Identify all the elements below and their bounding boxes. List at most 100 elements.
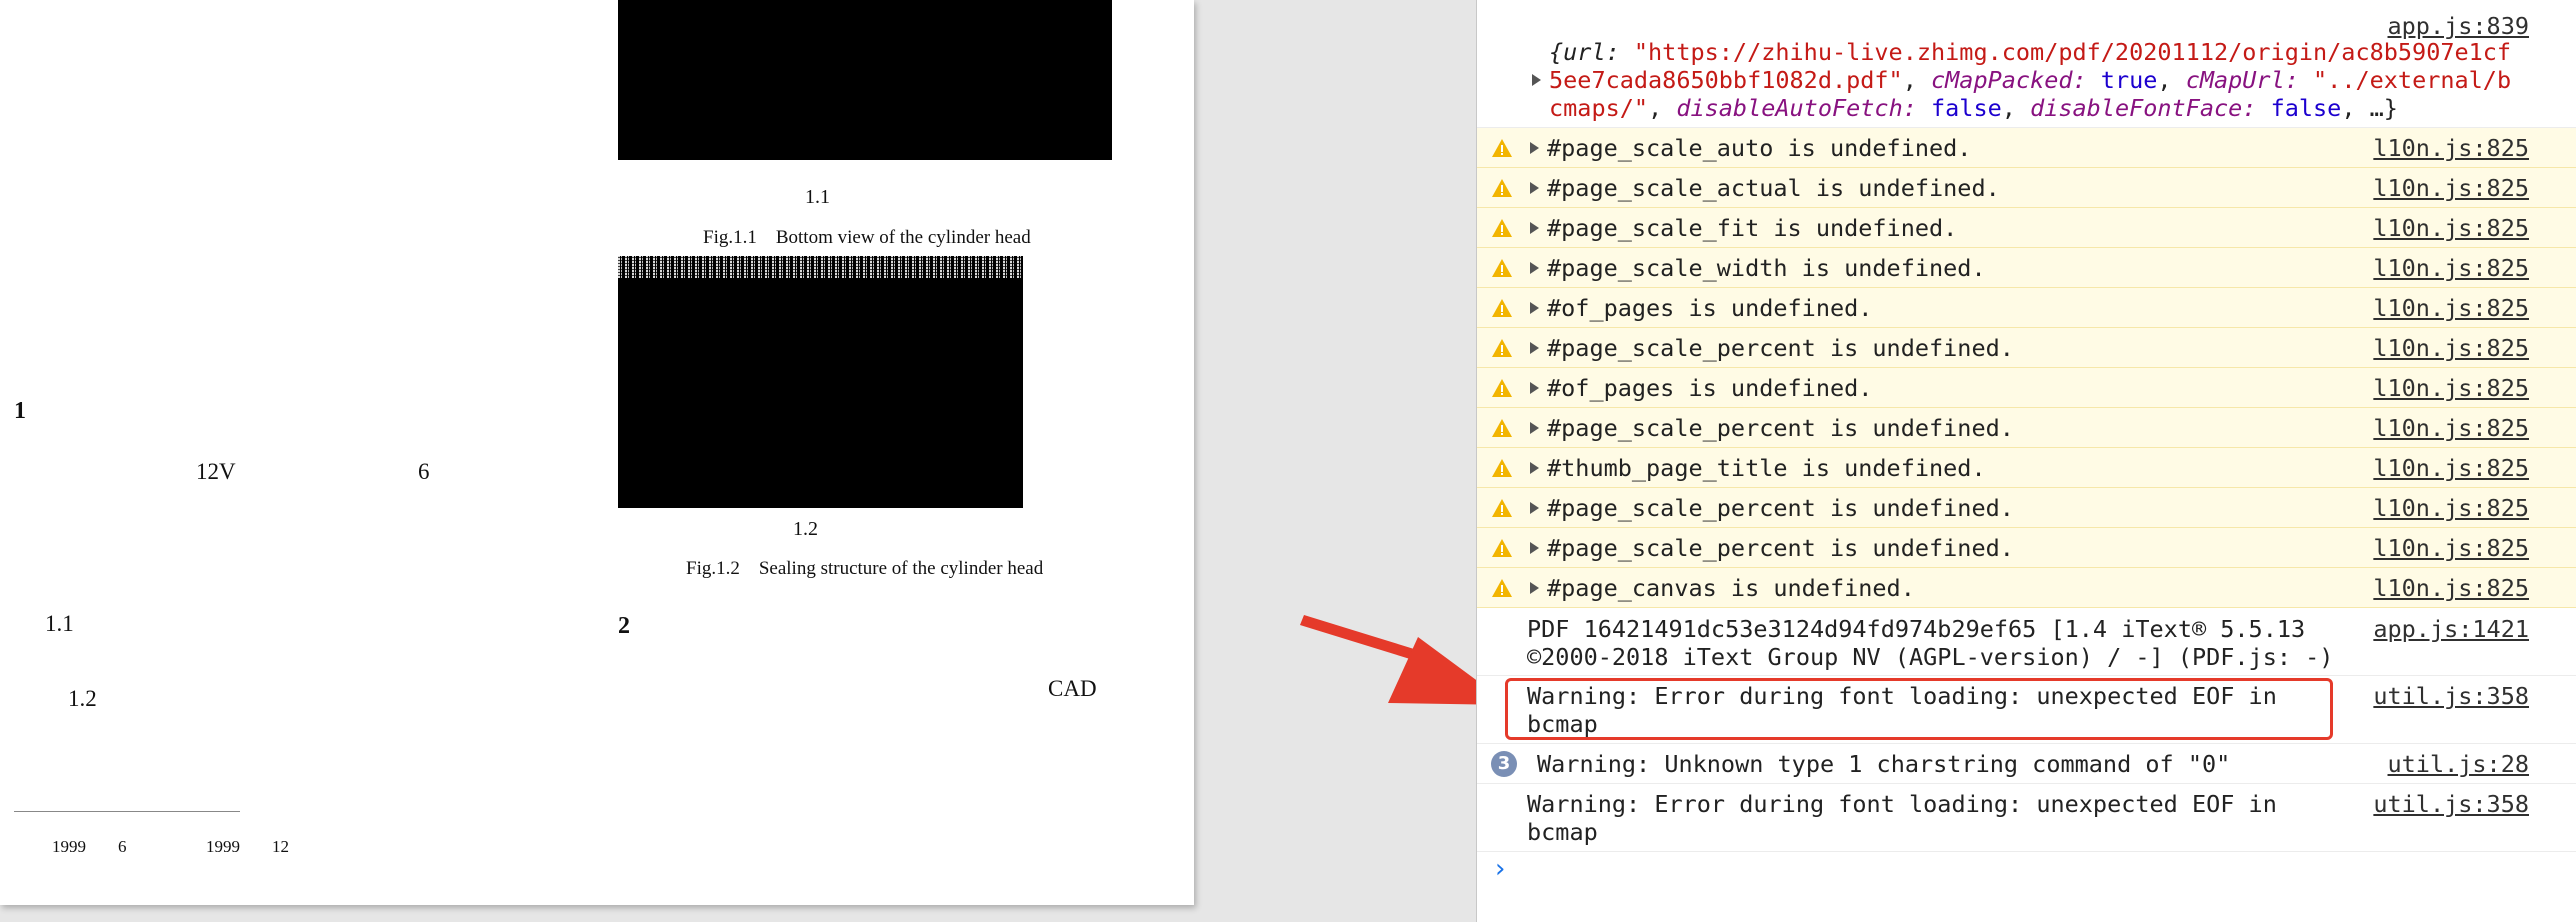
- source-link[interactable]: util.js:28: [2388, 750, 2529, 778]
- figure-2-caption: Fig.1.2 Sealing structure of the cylinde…: [686, 558, 1044, 579]
- console-warning-row[interactable]: #page_canvas is undefined. l10n.js:825: [1477, 568, 2576, 608]
- log-sep: ,: [1902, 66, 1932, 94]
- footnote-month-1: 6: [118, 837, 127, 856]
- footnote-year-1: 1999: [52, 837, 86, 856]
- console-warning-row[interactable]: #thumb_page_title is undefined. l10n.js:8…: [1477, 448, 2576, 488]
- warning-icon: [1492, 459, 1512, 477]
- console-log-object[interactable]: app.js:839 {url: "https://zhihu-live.zhi…: [1477, 0, 2576, 128]
- warning-text: #page_scale_percent is undefined.: [1547, 414, 2014, 442]
- source-link[interactable]: app.js:1421: [2373, 615, 2529, 643]
- text-12v: 12V: [196, 459, 236, 484]
- source-link[interactable]: l10n.js:825: [2373, 454, 2529, 482]
- console-warning-row[interactable]: #page_scale_percent is undefined. l10n.js…: [1477, 488, 2576, 528]
- figure-1-image: [618, 0, 1112, 160]
- devtools-console: app.js:839 {url: "https://zhihu-live.zhi…: [1476, 0, 2576, 922]
- console-warning-row[interactable]: #page_scale_fit is undefined. l10n.js:825: [1477, 208, 2576, 248]
- expand-triangle-icon[interactable]: [1530, 462, 1539, 474]
- log-key-cmappacked: cMapPacked:: [1931, 66, 2101, 94]
- expand-triangle-icon[interactable]: [1532, 74, 1541, 86]
- expand-triangle-icon[interactable]: [1530, 542, 1539, 554]
- footnote-month-2: 12: [272, 837, 289, 856]
- source-link[interactable]: l10n.js:825: [2373, 134, 2529, 162]
- expand-triangle-icon[interactable]: [1530, 222, 1539, 234]
- warning-text: #page_scale_percent is undefined.: [1547, 534, 2014, 562]
- warning-text: #of_pages is undefined.: [1547, 374, 1873, 402]
- figure-1-caption: Fig.1.1 Bottom view of the cylinder head: [703, 227, 1031, 248]
- text-1-2: 1.2: [68, 686, 97, 711]
- console-prompt-chevron-icon[interactable]: ›: [1495, 854, 1505, 884]
- warning-text: #page_scale_width is undefined.: [1547, 254, 1986, 282]
- source-link[interactable]: l10n.js:825: [2373, 414, 2529, 442]
- warning-text: #of_pages is undefined.: [1547, 294, 1873, 322]
- text-cad: CAD: [1048, 676, 1097, 701]
- expand-triangle-icon[interactable]: [1530, 302, 1539, 314]
- pdf-info-line-2: ©2000-2018 iText Group NV (AGPL-version)…: [1527, 643, 2334, 671]
- source-link[interactable]: l10n.js:825: [2373, 174, 2529, 202]
- console-warning-row[interactable]: #page_scale_width is undefined. l10n.js:8…: [1477, 248, 2576, 288]
- expand-triangle-icon[interactable]: [1530, 582, 1539, 594]
- source-link[interactable]: l10n.js:825: [2373, 334, 2529, 362]
- warning-text: #page_scale_auto is undefined.: [1547, 134, 1972, 162]
- text-1-1: 1.1: [45, 611, 74, 636]
- source-link[interactable]: util.js:358: [2373, 790, 2529, 818]
- section-heading-2: 2: [618, 613, 630, 639]
- expand-triangle-icon[interactable]: [1530, 342, 1539, 354]
- warning-text: #page_scale_percent is undefined.: [1547, 494, 2014, 522]
- warning-icon: [1492, 499, 1512, 517]
- console-warning-row[interactable]: #page_scale_auto is undefined. l10n.js:82…: [1477, 128, 2576, 168]
- console-warning-row[interactable]: #page_scale_actual is undefined. l10n.js:…: [1477, 168, 2576, 208]
- warning-icon: [1492, 539, 1512, 557]
- log-val-cmapurl: "../external/b: [2313, 66, 2512, 94]
- warning-text: #page_canvas is undefined.: [1547, 574, 1915, 602]
- expand-triangle-icon[interactable]: [1530, 182, 1539, 194]
- log-val-disableautofetch: false: [1931, 94, 2002, 122]
- text-6: 6: [418, 459, 430, 484]
- warning-icon: [1492, 299, 1512, 317]
- console-font-warning-2[interactable]: Warning: Error during font loading: unex…: [1477, 784, 2576, 852]
- log-text: {url:: [1549, 38, 1634, 66]
- warning-icon: [1492, 419, 1512, 437]
- source-link[interactable]: l10n.js:825: [2373, 214, 2529, 242]
- source-link[interactable]: l10n.js:825: [2373, 254, 2529, 282]
- warning-icon: [1492, 379, 1512, 397]
- expand-triangle-icon[interactable]: [1530, 422, 1539, 434]
- footnote-divider: [14, 811, 240, 812]
- pdf-page: 1.1 Fig.1.1 Bottom view of the cylinder …: [0, 0, 1194, 905]
- expand-triangle-icon[interactable]: [1530, 382, 1539, 394]
- repeat-count-badge: 3: [1491, 751, 1517, 777]
- log-key-disablefontface: disableFontFace:: [2030, 94, 2271, 122]
- font-warning-2-line-2: bcmap: [1527, 818, 1598, 846]
- source-link[interactable]: l10n.js:825: [2373, 294, 2529, 322]
- log-key-disableautofetch: disableAutoFetch:: [1676, 94, 1932, 122]
- warning-text: #page_scale_fit is undefined.: [1547, 214, 1958, 242]
- console-warning-row[interactable]: #of_pages is undefined. l10n.js:825: [1477, 368, 2576, 408]
- source-link[interactable]: l10n.js:825: [2373, 534, 2529, 562]
- annotation-highlight-box: [1505, 678, 2333, 740]
- expand-triangle-icon[interactable]: [1530, 262, 1539, 274]
- console-warning-row[interactable]: #page_scale_percent is undefined. l10n.js…: [1477, 528, 2576, 568]
- source-link[interactable]: l10n.js:825: [2373, 374, 2529, 402]
- console-warning-row[interactable]: #page_scale_percent is undefined. l10n.js…: [1477, 408, 2576, 448]
- console-log-pdf-info[interactable]: PDF 16421491dc53e3124d94fd974b29ef65 [1.…: [1477, 610, 2576, 676]
- footnote-year-2: 1999: [206, 837, 240, 856]
- warning-icon: [1492, 219, 1512, 237]
- warning-text: #page_scale_actual is undefined.: [1547, 174, 2000, 202]
- warning-icon: [1492, 259, 1512, 277]
- warning-icon: [1492, 139, 1512, 157]
- log-url-cont: 5ee7cada8650bbf1082d.pdf": [1549, 66, 1903, 94]
- console-warning-row[interactable]: #of_pages is undefined. l10n.js:825: [1477, 288, 2576, 328]
- source-link[interactable]: app.js:839: [2388, 12, 2529, 40]
- source-link[interactable]: l10n.js:825: [2373, 494, 2529, 522]
- figure-2-image: [618, 256, 1023, 508]
- source-link[interactable]: l10n.js:825: [2373, 574, 2529, 602]
- expand-triangle-icon[interactable]: [1530, 142, 1539, 154]
- console-warning-row[interactable]: #page_scale_percent is undefined. l10n.js…: [1477, 328, 2576, 368]
- expand-triangle-icon[interactable]: [1530, 502, 1539, 514]
- charstring-warning-text: Warning: Unknown type 1 charstring comma…: [1537, 750, 2231, 778]
- warning-text: #page_scale_percent is undefined.: [1547, 334, 2014, 362]
- log-tail: , …}: [2341, 94, 2398, 122]
- warning-icon: [1492, 579, 1512, 597]
- warning-icon: [1492, 339, 1512, 357]
- console-charstring-warning[interactable]: 3 Warning: Unknown type 1 charstring com…: [1477, 744, 2576, 784]
- source-link[interactable]: util.js:358: [2373, 682, 2529, 710]
